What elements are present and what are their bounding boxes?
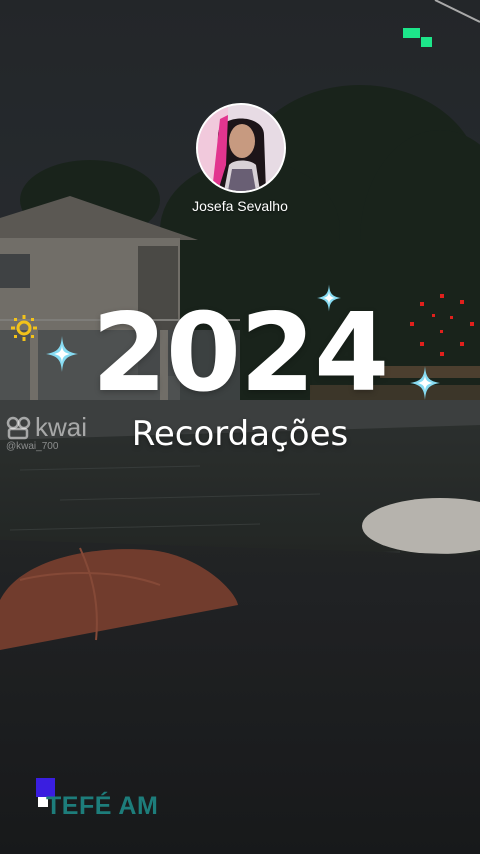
sun-icon	[11, 315, 37, 341]
corner-accent	[403, 28, 420, 38]
sparkle-icon	[410, 366, 440, 400]
sparkle-icon	[46, 336, 78, 372]
kwai-logo-icon	[6, 416, 31, 439]
sparkle-icon	[317, 284, 341, 312]
subtitle: Recordações	[131, 414, 349, 454]
author-name[interactable]: Josefa Sevalho	[140, 198, 340, 214]
avatar[interactable]	[196, 103, 286, 193]
corner-accent	[421, 37, 432, 47]
location-label: TEFÉ AM	[46, 792, 159, 820]
fireworks-icon	[410, 294, 474, 356]
year-title: 2024	[91, 291, 390, 416]
profile-photo	[198, 105, 284, 191]
